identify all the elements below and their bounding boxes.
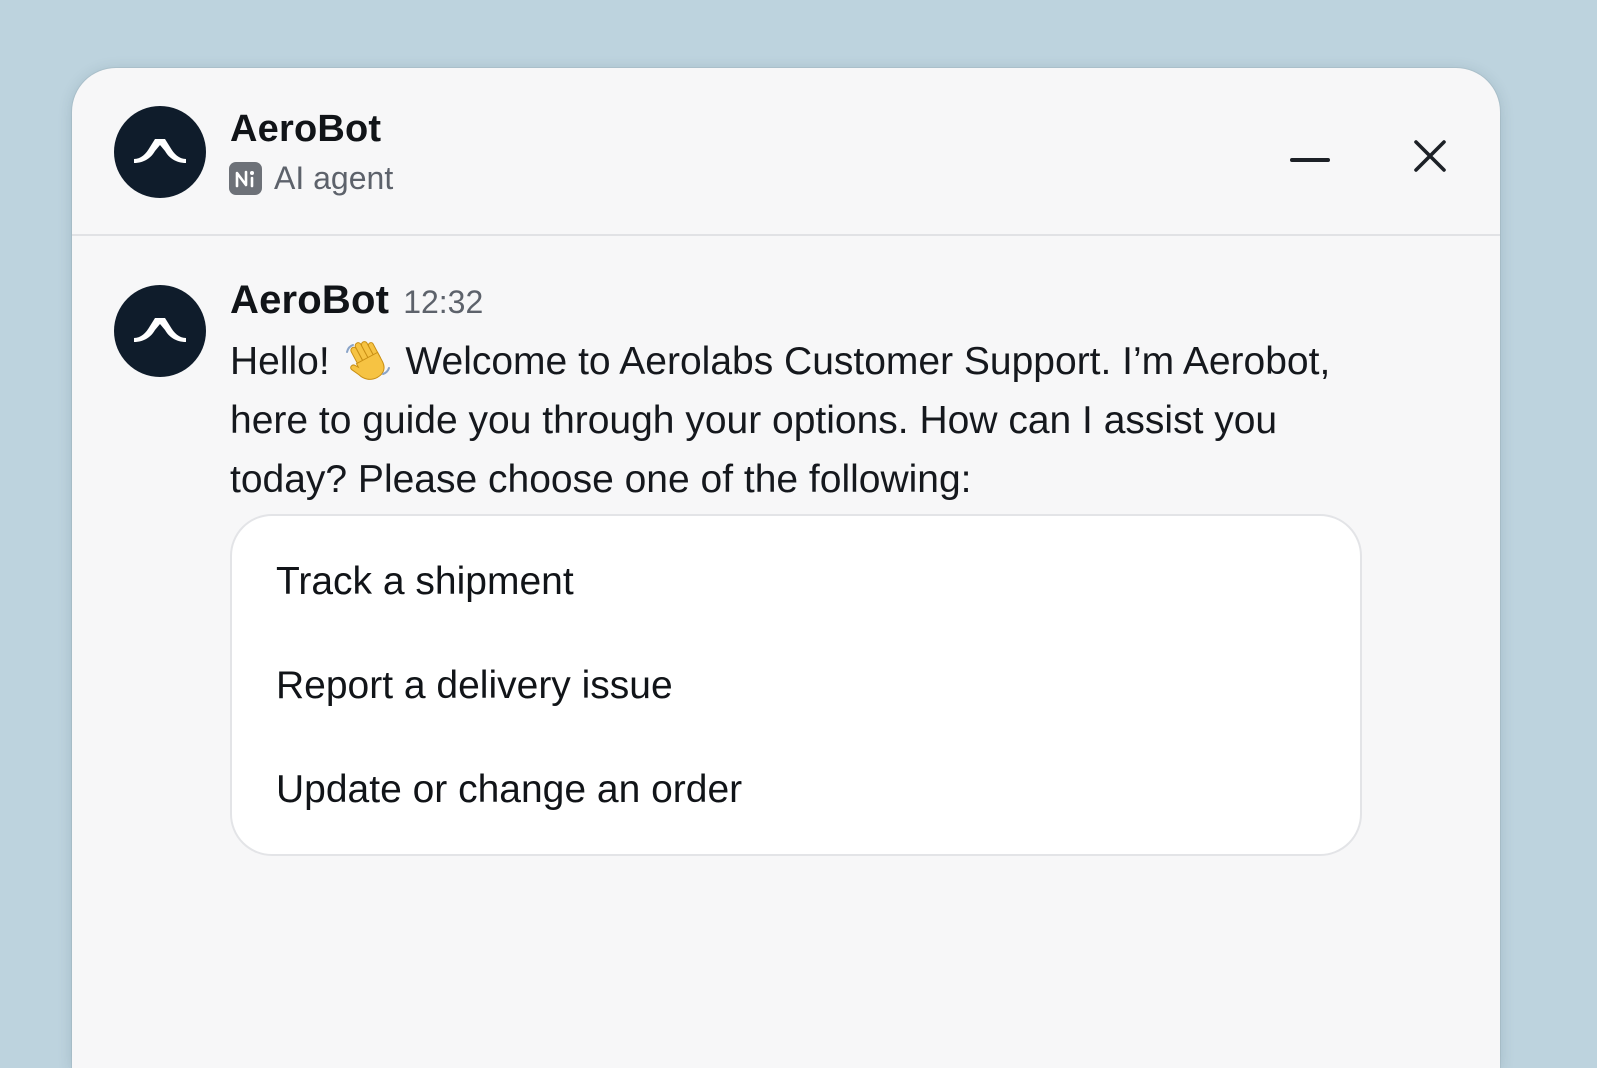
bot-avatar [114, 106, 206, 198]
message-body: Hello! Welcome to Aerolabs Customer Supp… [230, 332, 1400, 509]
bot-role: AI agent [229, 160, 393, 197]
option-update-order[interactable]: Update or change an order [276, 768, 742, 812]
message-header: AeroBot 12:32 [230, 278, 483, 323]
message-text: Welcome to Aerolabs Customer Support. I’… [230, 340, 1331, 501]
ai-agent-icon [229, 162, 262, 195]
message-avatar [114, 285, 206, 377]
close-button[interactable] [1404, 130, 1456, 182]
message-greeting: Hello! [230, 340, 330, 383]
waving-hand-emoji-icon [345, 341, 390, 380]
chat-window: AeroBot AI agent AeroBot 12:32 Hello! We… [72, 68, 1500, 1068]
option-report-delivery-issue[interactable]: Report a delivery issue [276, 664, 673, 708]
minimize-icon [1290, 158, 1330, 162]
message-sender: AeroBot [230, 278, 390, 322]
quick-reply-options: Track a shipment Report a delivery issue… [230, 514, 1362, 856]
chat-header: AeroBot AI agent [72, 68, 1500, 236]
bot-name: AeroBot [230, 108, 382, 150]
aerobot-logo-icon [134, 318, 186, 342]
bot-role-label: AI agent [274, 160, 394, 196]
option-track-shipment[interactable]: Track a shipment [276, 560, 574, 604]
message-timestamp: 12:32 [403, 284, 484, 320]
close-icon [1414, 140, 1446, 172]
minimize-button[interactable] [1284, 134, 1336, 186]
aerobot-logo-icon [134, 139, 186, 163]
